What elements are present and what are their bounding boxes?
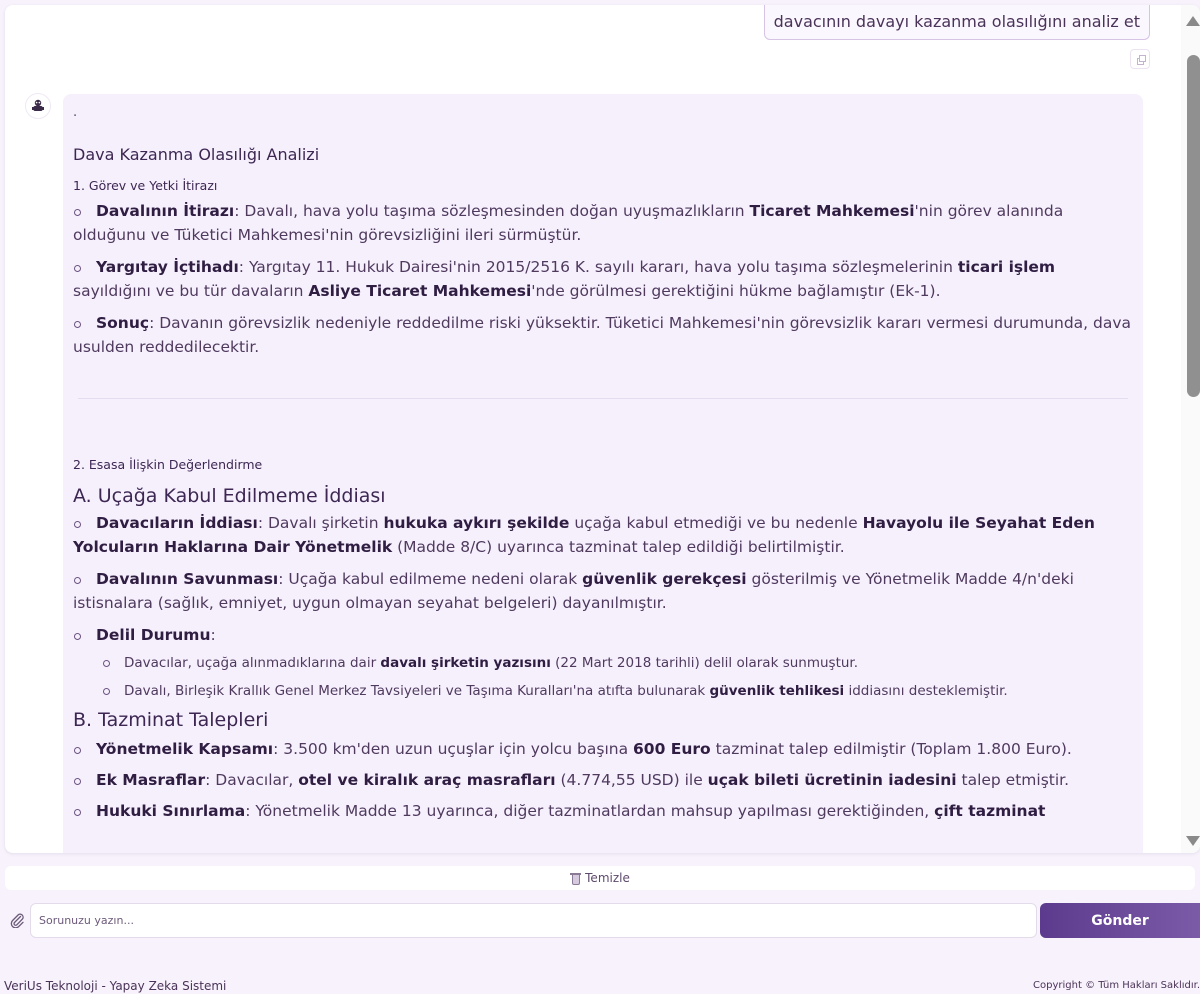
text: : Davacılar, — [205, 771, 299, 789]
bold-text: Yargıtay İçtihadı — [96, 258, 239, 276]
clear-button-label: Temizle — [585, 871, 630, 885]
text: iddiasını desteklemiştir. — [844, 683, 1008, 699]
bold-text: ticari işlem — [957, 258, 1056, 276]
bold-text: güvenlik gerekçesi — [582, 570, 747, 588]
bold-text: Yönetmelik Kapsamı — [96, 740, 274, 758]
list-item: Sonuç: Davanın görevsizlik nedeniyle red… — [73, 311, 1133, 359]
list-item: Davalının İtirazı: Davalı, hava yolu taş… — [73, 199, 1133, 247]
bold-text: otel ve kiralık araç masrafları — [298, 771, 556, 789]
text: (22 Mart 2018 tarihli) delil olarak sunm… — [550, 655, 859, 671]
list-item: Davacıların İddiası: Davalı şirketin huk… — [73, 511, 1133, 559]
text: : Davanın görevsizlik nedeniyle reddedil… — [73, 314, 1132, 356]
section1-heading: 1. Görev ve Yetki İtirazı — [73, 178, 218, 193]
text: : — [210, 626, 216, 644]
scroll-up-arrow-icon[interactable] — [1186, 16, 1200, 26]
bold-text: Sonuç — [96, 314, 150, 332]
copy-icon[interactable] — [1130, 49, 1150, 69]
list-item: Hukuki Sınırlama: Yönetmelik Madde 13 uy… — [73, 799, 1133, 823]
subA-list: Davacıların İddiası: Davalı şirketin huk… — [73, 511, 1133, 701]
bold-text: hukuka aykırı şekilde — [383, 514, 570, 532]
sub-list-item: Davalı, Birleşik Krallık Genel Merkez Ta… — [73, 681, 1133, 701]
footer-company: VeriUs Teknoloji - Yapay Zeka Sistemi — [4, 979, 227, 993]
text: Davalı, Birleşik Krallık Genel Merkez Ta… — [124, 683, 710, 699]
leading-dot: . — [73, 105, 78, 120]
list-item: Yargıtay İçtihadı: Yargıtay 11. Hukuk Da… — [73, 255, 1133, 303]
bold-text: uçak bileti ücretinin iadesini — [707, 771, 957, 789]
text: (4.774,55 USD) ile — [555, 771, 708, 789]
subB-list: Yönetmelik Kapsamı: 3.500 km'den uzun uç… — [73, 737, 1133, 823]
response-title: Dava Kazanma Olasılığı Analizi — [73, 145, 320, 164]
text: Davacılar, uçağa alınmadıklarına dair — [124, 655, 381, 671]
footer-copyright: Copyright © Tüm Hakları Saklıdır. — [1033, 980, 1200, 991]
section2-heading: 2. Esasa İlişkin Değerlendirme — [73, 457, 263, 472]
bold-text: Ek Masraflar — [96, 771, 206, 789]
bot-response: . Dava Kazanma Olasılığı Analizi 1. Göre… — [63, 94, 1143, 853]
chat-panel: davacının davayı kazanma olasılığını ana… — [5, 5, 1200, 853]
list-item: Ek Masraflar: Davacılar, otel ve kiralık… — [73, 768, 1133, 792]
subA-heading: A. Uçağa Kabul Edilmeme İddiası — [73, 485, 386, 507]
section1-list: Davalının İtirazı: Davalı, hava yolu taş… — [73, 199, 1133, 359]
sub-list-item: Davacılar, uçağa alınmadıklarına dair da… — [73, 653, 1133, 673]
list-item: Yönetmelik Kapsamı: 3.500 km'den uzun uç… — [73, 737, 1133, 761]
text: : Uçağa kabul edilmeme nedeni olarak — [278, 570, 583, 588]
user-message: davacının davayı kazanma olasılığını ana… — [763, 5, 1150, 40]
clear-button[interactable]: Temizle — [5, 866, 1195, 890]
bold-text: Ticaret Mahkemesi — [749, 202, 915, 220]
text: : Yönetmelik Madde 13 uyarınca, diğer ta… — [245, 802, 935, 820]
text: tazminat talep edilmiştir (Toplam 1.800 … — [710, 740, 1072, 758]
text: uçağa kabul etmediği ve bu nedenle — [569, 514, 863, 532]
bold-text: Davalının Savunması — [96, 570, 279, 588]
bold-text: Hukuki Sınırlama — [96, 802, 246, 820]
list-item: Delil Durumu: — [73, 623, 1133, 647]
text: : 3.500 km'den uzun uçuşlar için yolcu b… — [273, 740, 634, 758]
bold-text: güvenlik tehlikesi — [709, 683, 845, 699]
text: sayıldığını ve bu tür davaların — [73, 282, 309, 300]
trash-icon — [570, 872, 582, 885]
text: talep etmiştir. — [956, 771, 1070, 789]
text: : Yargıtay 11. Hukuk Dairesi'nin 2015/25… — [238, 258, 958, 276]
bold-text: Davacıların İddiası — [96, 514, 258, 532]
send-button[interactable]: Gönder — [1040, 903, 1200, 938]
text: (Madde 8/C) uyarınca tazminat talep edil… — [392, 538, 845, 556]
bold-text: davalı şirketin yazısını — [380, 655, 551, 671]
evidence-sub-list: Davacılar, uçağa alınmadıklarına dair da… — [73, 653, 1133, 701]
scroll-down-arrow-icon[interactable] — [1186, 836, 1200, 846]
text: : Davalı şirketin — [257, 514, 384, 532]
bold-text: çift tazminat — [934, 802, 1046, 820]
bold-text: Asliye Ticaret Mahkemesi — [308, 282, 532, 300]
scroll-thumb[interactable] — [1187, 55, 1200, 397]
text: 'nde görülmesi gerektiğini hükme bağlamı… — [531, 282, 941, 300]
bold-text: Delil Durumu — [96, 626, 211, 644]
bold-text: Davalının İtirazı — [96, 202, 235, 220]
bold-text: 600 Euro — [633, 740, 711, 758]
bot-avatar-icon — [25, 93, 51, 119]
text: : Davalı, hava yolu taşıma sözleşmesinde… — [234, 202, 750, 220]
subB-heading: B. Tazminat Talepleri — [73, 709, 269, 731]
list-item: Davalının Savunması: Uçağa kabul edilmem… — [73, 567, 1133, 615]
question-input[interactable] — [30, 903, 1037, 938]
paperclip-icon[interactable] — [6, 908, 28, 932]
